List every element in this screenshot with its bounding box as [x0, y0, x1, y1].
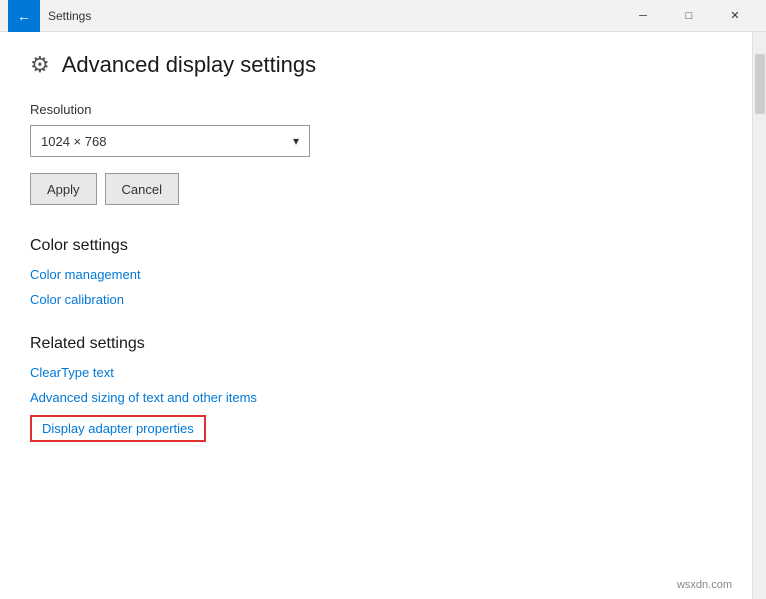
back-icon: ← [17, 8, 31, 24]
color-calibration-link[interactable]: Color calibration [30, 292, 722, 307]
maximize-button[interactable]: □ [666, 0, 712, 32]
minimize-button[interactable]: ─ [620, 0, 666, 32]
page-title: Advanced display settings [62, 52, 316, 78]
resolution-value: 1024 × 768 [41, 134, 106, 149]
related-settings-title: Related settings [30, 335, 722, 353]
minimize-icon: ─ [639, 10, 647, 22]
color-management-link[interactable]: Color management [30, 267, 722, 282]
scrollbar-thumb[interactable] [755, 54, 765, 114]
color-settings-title: Color settings [30, 237, 722, 255]
watermark: wsxdn.com [677, 579, 732, 591]
back-button[interactable]: ← [8, 0, 40, 32]
scrollbar[interactable] [752, 32, 766, 599]
settings-gear-icon: ⚙ [30, 54, 50, 76]
resolution-section: Resolution 1024 × 768 ▾ [30, 102, 722, 157]
page-header: ⚙ Advanced display settings [30, 52, 722, 78]
window-controls: ─ □ ✕ [620, 0, 758, 32]
main-container: ⚙ Advanced display settings Resolution 1… [0, 32, 766, 599]
resolution-label: Resolution [30, 102, 722, 117]
window-title: Settings [48, 9, 620, 23]
close-button[interactable]: ✕ [712, 0, 758, 32]
button-row: Apply Cancel [30, 173, 722, 205]
display-adapter-properties-link[interactable]: Display adapter properties [30, 415, 206, 442]
maximize-icon: □ [686, 10, 693, 22]
dropdown-arrow-icon: ▾ [293, 134, 299, 148]
resolution-dropdown[interactable]: 1024 × 768 ▾ [30, 125, 310, 157]
cleartype-text-link[interactable]: ClearType text [30, 365, 722, 380]
close-icon: ✕ [730, 9, 739, 22]
title-bar: ← Settings ─ □ ✕ [0, 0, 766, 32]
advanced-sizing-link[interactable]: Advanced sizing of text and other items [30, 390, 722, 405]
cancel-button[interactable]: Cancel [105, 173, 179, 205]
content-area: ⚙ Advanced display settings Resolution 1… [0, 32, 752, 599]
apply-button[interactable]: Apply [30, 173, 97, 205]
related-settings-section: Related settings ClearType text Advanced… [30, 335, 722, 442]
color-settings-section: Color settings Color management Color ca… [30, 237, 722, 307]
